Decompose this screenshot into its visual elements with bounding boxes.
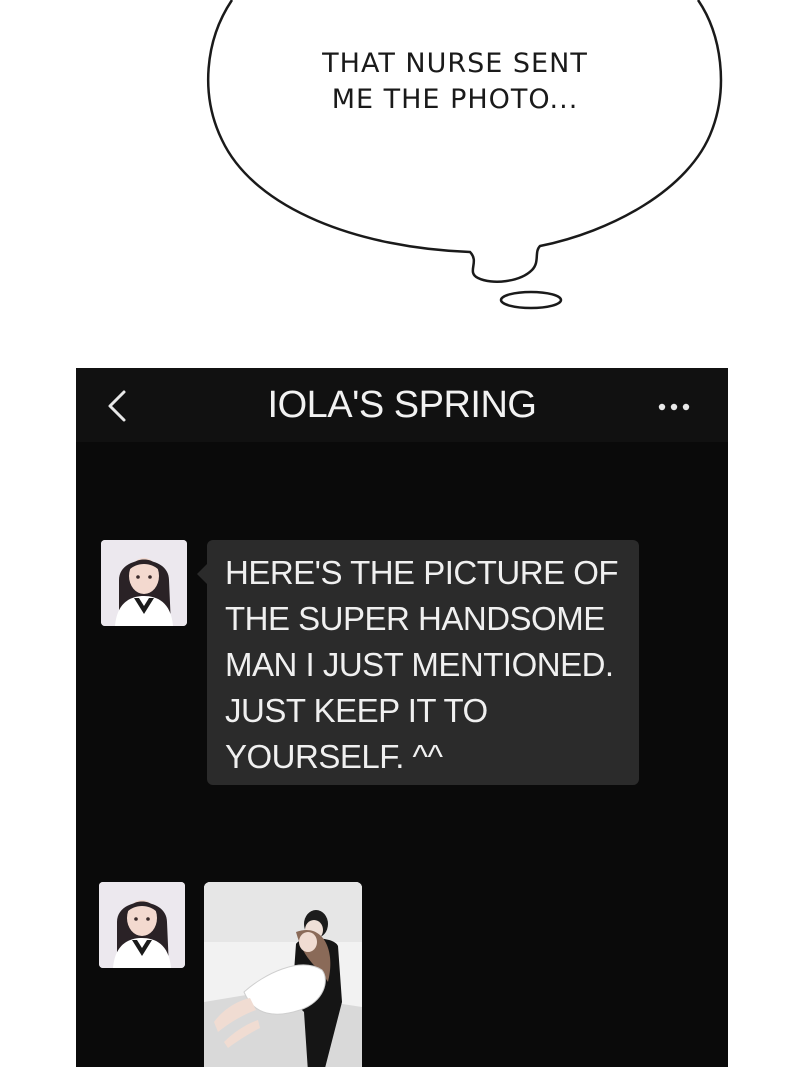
more-dots-icon [658, 403, 690, 411]
thought-line: ME THE PHOTO... [331, 84, 579, 115]
photo-message[interactable] [204, 882, 362, 1067]
message-line: MAN I JUST MENTIONED. [225, 646, 614, 683]
thought-bubble-text: THAT NURSE SENT ME THE PHOTO... [250, 46, 660, 118]
message-bubble[interactable]: HERE'S THE PICTURE OF THE SUPER HANDSOME… [207, 540, 639, 785]
chat-screen: IOLA'S SPRING HERE'S THE PICTURE OF THE … [76, 368, 728, 1067]
contact-avatar[interactable] [99, 882, 185, 968]
message-line: THE SUPER HANDSOME [225, 600, 605, 637]
message-text: HERE'S THE PICTURE OF THE SUPER HANDSOME… [225, 550, 635, 780]
couple-photo-image [204, 882, 362, 1067]
chat-header: IOLA'S SPRING [76, 368, 728, 442]
message-line: YOURSELF. ^^ [225, 738, 443, 775]
thought-line: THAT NURSE SENT [322, 48, 588, 79]
message-line: HERE'S THE PICTURE OF [225, 554, 619, 591]
message-line: JUST KEEP IT TO [225, 692, 488, 729]
avatar-portrait-icon [101, 540, 187, 626]
more-options-button[interactable] [654, 392, 694, 422]
chat-title: IOLA'S SPRING [267, 384, 537, 426]
message-bubble-tail [197, 564, 207, 584]
contact-avatar[interactable] [101, 540, 187, 626]
avatar-portrait-icon [99, 882, 185, 968]
